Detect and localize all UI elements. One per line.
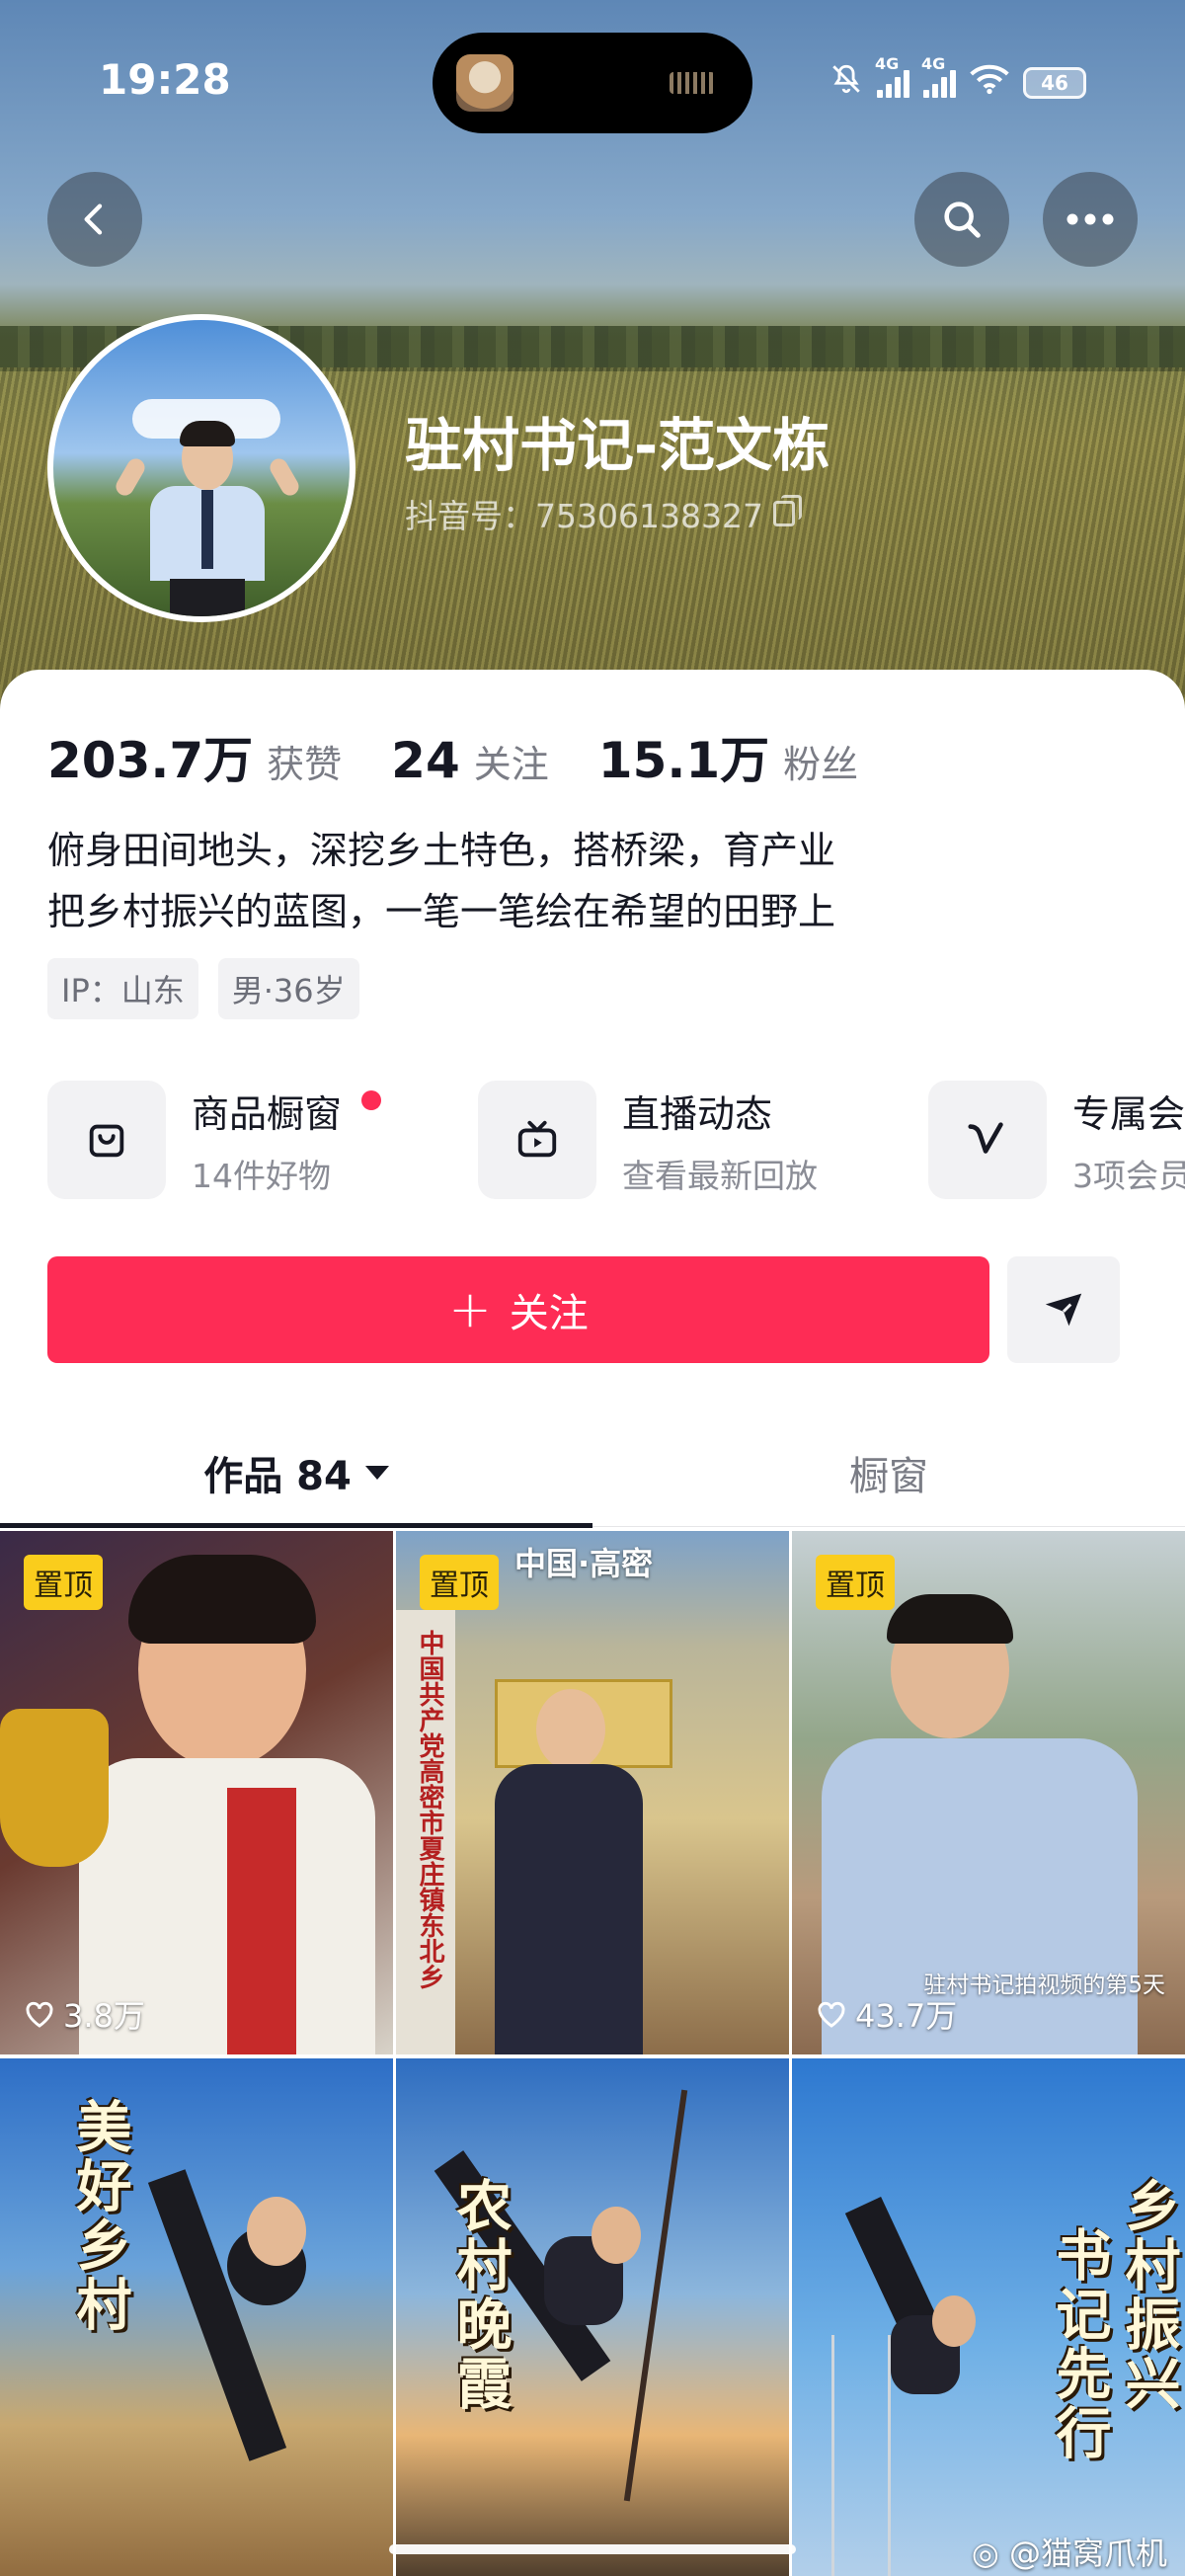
mute-bell-icon [830,62,863,104]
entry-showcase[interactable]: 商品橱窗 14件好物 [47,1079,381,1201]
search-button[interactable] [914,172,1009,267]
douyin-id-text: 抖音号：75306138327 [405,497,763,535]
more-dots-icon [1066,213,1114,225]
dynamic-island[interactable] [433,33,752,133]
follow-button[interactable]: + 关注 [47,1256,989,1363]
video-thumbnail[interactable]: 农村晚霞 [396,2058,789,2576]
video-likes: 3.8万 [24,1991,145,2037]
v-icon [928,1081,1047,1199]
video-thumbnail[interactable]: 美好乡村 [0,2058,393,2576]
video-likes-count: 43.7万 [855,1997,958,2035]
signal-label-2: 4G [921,54,946,73]
profile-name: 驻村书记-范文栋 [405,412,830,479]
tab-showcase[interactable]: 橱窗 [592,1418,1185,1527]
tab-works-label: 作品 84 [203,1454,352,1499]
avatar[interactable] [47,314,356,622]
tab-showcase-label: 橱窗 [849,1454,928,1499]
weibo-icon: ◎ [971,2535,999,2572]
video-overlay-title: 中国·高密 [514,1545,654,1582]
following-label: 关注 [473,743,549,786]
copy-icon[interactable] [772,495,802,526]
notification-dot [361,1090,381,1110]
watermark: ◎ @猫窝爪机 [972,2529,1167,2574]
pinned-badge: 置顶 [24,1555,103,1610]
plus-icon: + [448,1280,492,1339]
status-time: 19:28 [99,55,231,104]
tab-active-indicator [0,1523,592,1528]
message-button[interactable] [1007,1256,1120,1363]
pinned-badge: 置顶 [420,1555,499,1610]
gender-age-tag: 男·36岁 [217,958,359,1019]
bio-line-1: 俯身田间地头，深挖乡土特色，搭桥梁，育产业 [47,829,836,872]
tv-icon [478,1081,596,1199]
bio-line-2: 把乡村振兴的蓝图，一笔一笔绘在希望的田野上 [47,890,836,933]
douyin-id[interactable]: 抖音号：75306138327 [405,490,802,537]
profile-stats: 203.7万 获赞 24 关注 15.1万 粉丝 [47,721,908,792]
content-tabs: 作品 84 橱窗 [0,1418,1185,1528]
committee-sign: 中国共产党高密市夏庄镇东北乡社区前进村支部委员会 [415,1630,444,1989]
video-likes-count: 3.8万 [63,1997,145,2035]
profile-bio: 俯身田间地头，深挖乡土特色，搭桥梁，育产业 把乡村振兴的蓝图，一笔一笔绘在希望的… [47,820,1134,942]
signal-label: 4G [875,54,900,73]
audio-wave-icon [670,72,715,94]
profile-tags: IP：山东 男·36岁 [47,958,359,1019]
video-thumbnail[interactable]: 乡村振兴 书记先行 [792,2058,1185,2576]
likes-label: 获赞 [267,743,343,786]
video-thumbnail[interactable]: 置顶 驻村书记拍视频的第5天 43.7万 [792,1531,1185,2054]
followers-count[interactable]: 15.1万 [598,721,769,792]
entry-membership[interactable]: 专属会 3项会员 [928,1079,1185,1201]
cell-signal-icon-2: 4G [921,54,956,98]
entry-membership-sub: 3项会员 [1072,1156,1185,1195]
video-grid: 置顶 3.8万 中国共产党高密市夏庄镇东北乡社区前进村支部委员会 置顶 中国·高… [0,1531,1185,2576]
watermark-text: @猫窝爪机 [1008,2535,1167,2572]
system-icons: 4G 4G 46 [830,54,1086,105]
video-caption: 驻村书记拍视频的第5天 [923,1972,1165,1998]
cell-signal-icon: 4G [875,54,909,98]
followers-label: 粉丝 [783,743,859,786]
more-button[interactable] [1043,172,1138,267]
heart-icon [818,2001,845,2028]
search-icon [944,201,981,238]
ip-location-tag: IP：山东 [47,958,198,1019]
chevron-left-icon [84,203,103,235]
entry-showcase-title: 商品橱窗 [192,1091,343,1136]
entry-showcase-sub: 14件好物 [192,1156,331,1195]
likes-count[interactable]: 203.7万 [47,721,253,792]
following-count[interactable]: 24 [391,732,460,789]
media-thumbnail [456,54,514,112]
send-icon [1045,1293,1082,1327]
battery-icon: 46 [1023,67,1086,99]
video-likes: 43.7万 [816,1991,957,2037]
entry-membership-title: 专属会 [1072,1091,1185,1136]
shopping-bag-icon [47,1081,166,1199]
wifi-icon [970,63,1009,103]
tab-works[interactable]: 作品 84 [0,1418,592,1528]
video-vertical-text: 乡村振兴 [1116,2177,1180,2414]
heart-icon [26,2001,53,2028]
entry-live-title: 直播动态 [622,1091,773,1136]
video-thumbnail[interactable]: 中国共产党高密市夏庄镇东北乡社区前进村支部委员会 置顶 中国·高密 [396,1531,789,2054]
caret-down-icon [364,1466,389,1480]
video-thumbnail[interactable]: 置顶 3.8万 [0,1531,393,2054]
pinned-badge: 置顶 [816,1555,895,1610]
back-button[interactable] [47,172,142,267]
video-vertical-text-2: 书记先行 [1047,2226,1111,2463]
entry-live-sub: 查看最新回放 [622,1156,818,1195]
video-vertical-text: 美好乡村 [67,2098,131,2335]
profile-page: 19:28 4G 4G 46 驻村书记-范文栋 抖音号：75306138327 … [0,0,1185,2576]
video-vertical-text: 农村晚霞 [447,2177,512,2414]
follow-button-label: 关注 [509,1291,589,1336]
entry-live[interactable]: 直播动态 查看最新回放 [478,1079,818,1201]
home-indicator[interactable] [389,2544,796,2554]
feature-entries: 商品橱窗 14件好物 直播动态 查看最新回放 专属会 3项会员 [47,1079,1185,1201]
